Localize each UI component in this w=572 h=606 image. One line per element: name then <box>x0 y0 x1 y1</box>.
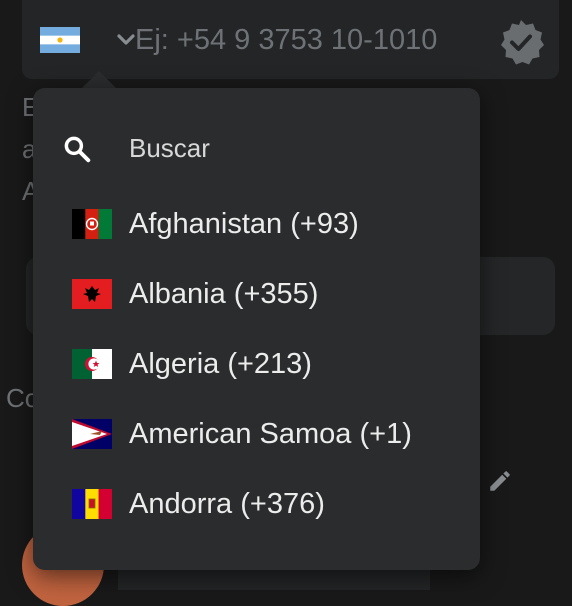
afghanistan-flag-icon <box>72 209 112 239</box>
country-option-american-samoa[interactable]: American Samoa (+1) <box>33 399 480 469</box>
algeria-flag-icon <box>72 349 112 379</box>
phone-number-input[interactable] <box>135 16 495 64</box>
country-label: Algeria (+213) <box>129 348 312 380</box>
albania-flag-icon <box>72 279 112 309</box>
verified-badge-icon <box>501 20 544 65</box>
country-label: Andorra (+376) <box>129 488 325 520</box>
chevron-down-icon <box>117 34 135 45</box>
country-code-selector[interactable] <box>40 22 146 58</box>
country-label: Afghanistan (+93) <box>129 208 359 240</box>
country-label: Albania (+355) <box>129 278 319 310</box>
american-samoa-flag-icon <box>72 419 112 449</box>
andorra-flag-icon <box>72 489 112 519</box>
country-list: Afghanistan (+93) Albania (+355) Algeria… <box>33 189 480 539</box>
search-icon <box>64 136 91 163</box>
country-option-afghanistan[interactable]: Afghanistan (+93) <box>33 189 480 259</box>
country-label: American Samoa (+1) <box>129 418 412 450</box>
country-option-andorra[interactable]: Andorra (+376) <box>33 469 480 539</box>
country-search <box>33 112 480 184</box>
edit-pencil-icon[interactable] <box>487 468 513 494</box>
country-dropdown: Afghanistan (+93) Albania (+355) Algeria… <box>33 88 480 570</box>
country-option-albania[interactable]: Albania (+355) <box>33 259 480 329</box>
argentina-flag-icon <box>40 27 80 53</box>
country-option-algeria[interactable]: Algeria (+213) <box>33 329 480 399</box>
phone-input-bar <box>22 0 559 79</box>
country-search-input[interactable] <box>129 124 449 172</box>
